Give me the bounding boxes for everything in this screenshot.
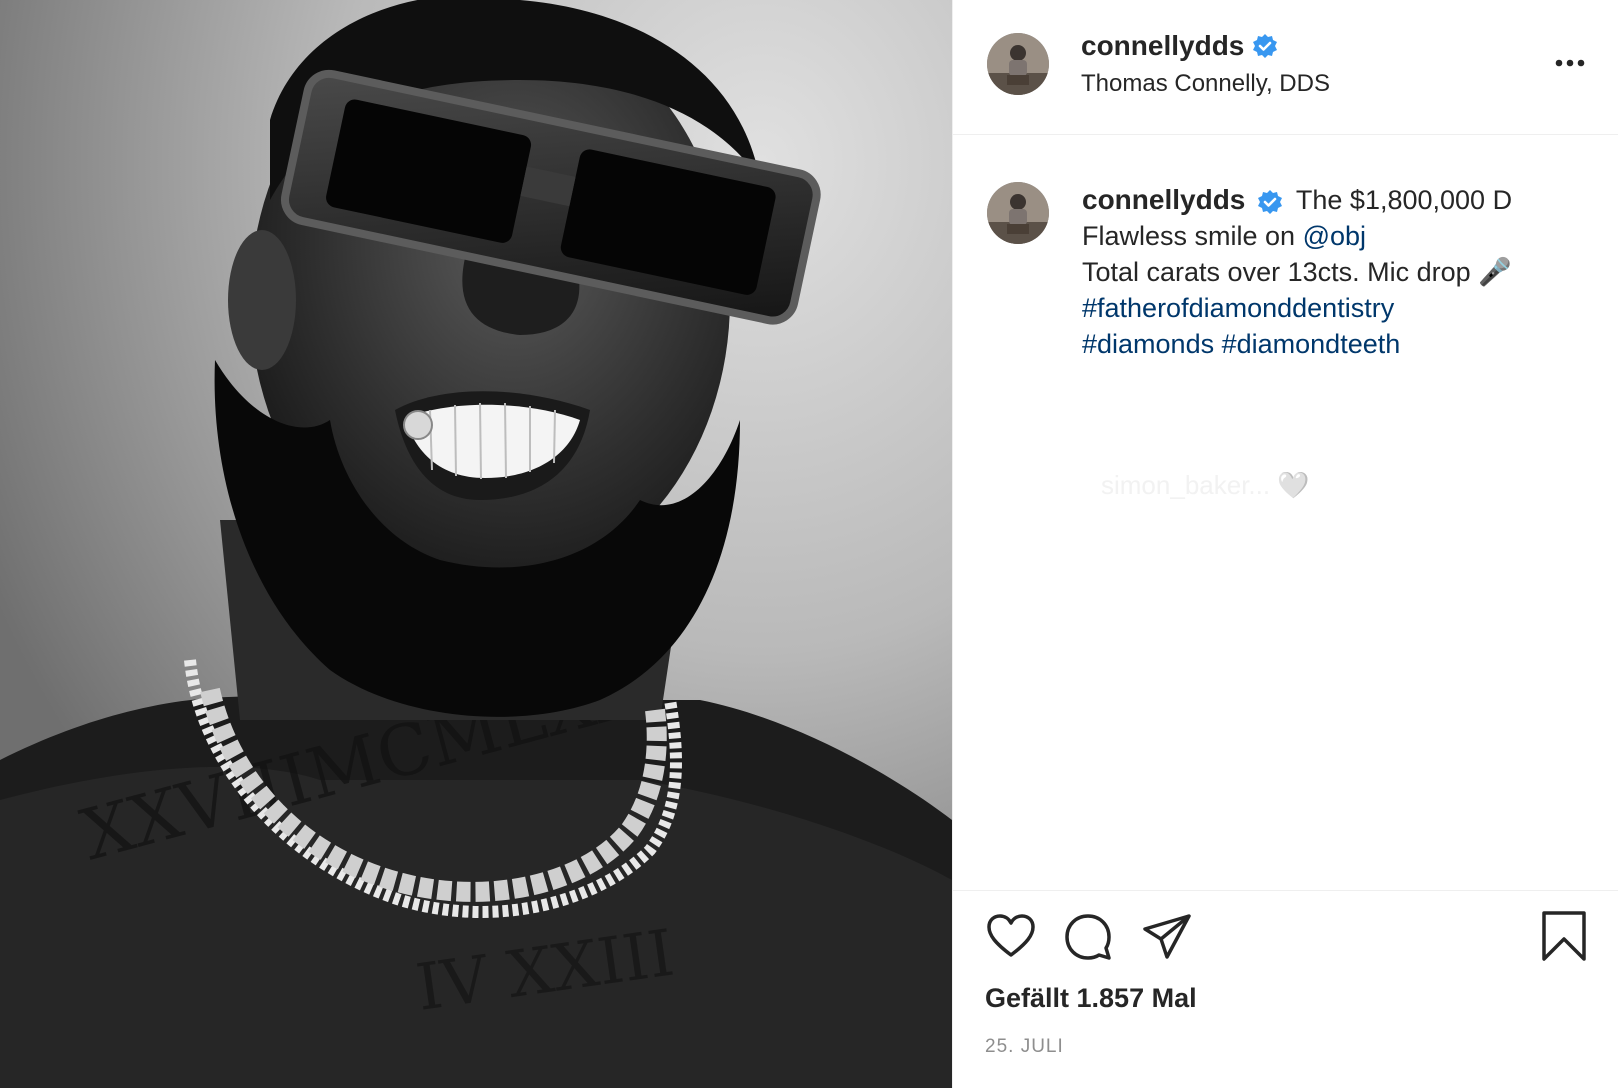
caption-text-line-2: Flawless smile on [1082, 221, 1303, 251]
caption-text-line-1: The $1,800,000 D [1295, 185, 1513, 215]
verified-badge-icon [1257, 189, 1282, 214]
instagram-post: XXVIIIMCMLXX IV XXIII connellydds Thomas… [0, 0, 1618, 1088]
likes-count[interactable]: Gefällt 1.857 Mal [985, 983, 1197, 1014]
share-button[interactable] [1139, 909, 1195, 965]
caption-text: connellydds The $1,800,000 D Flawless sm… [1082, 182, 1602, 362]
portrait-image: XXVIIIMCMLXX IV XXIII [0, 0, 952, 1088]
bookmark-icon [1542, 911, 1586, 961]
avatar[interactable] [987, 33, 1049, 95]
post-photo[interactable]: XXVIIIMCMLXX IV XXIII [0, 0, 952, 1088]
hashtag-link[interactable]: #diamonds [1082, 329, 1214, 359]
caption-line-5: #diamonds #diamondteeth [1082, 326, 1602, 362]
comment-button[interactable] [1061, 909, 1117, 965]
caption-avatar[interactable] [987, 182, 1049, 244]
post-date[interactable]: 25. JULI [985, 1036, 1064, 1058]
more-options-button[interactable] [1552, 48, 1588, 78]
save-button[interactable] [1536, 909, 1592, 965]
send-icon [1143, 914, 1191, 959]
microphone-icon: 🎤 [1478, 257, 1512, 287]
header-username[interactable]: connellydds [1081, 30, 1278, 62]
hashtag-link[interactable]: #fatherofdiamonddentistry [1082, 293, 1394, 323]
faded-comment: simon_baker... 🤍 [1101, 470, 1310, 500]
caption-line-2: Flawless smile on @obj [1082, 218, 1602, 254]
post-side-panel: connellydds Thomas Connelly, DDS connell… [952, 0, 1618, 1088]
like-button[interactable] [983, 909, 1039, 965]
post-header: connellydds Thomas Connelly, DDS [953, 0, 1618, 135]
post-actions: Gefällt 1.857 Mal 25. JULI [953, 890, 1618, 1088]
mention-link[interactable]: @obj [1303, 221, 1366, 251]
caption-line-1: connellydds The $1,800,000 D [1082, 182, 1602, 218]
more-horizontal-icon [1555, 59, 1585, 67]
heart-icon [987, 914, 1035, 957]
caption-line-3: Total carats over 13cts. Mic drop 🎤 [1082, 254, 1602, 290]
caption-text-line-3: Total carats over 13cts. Mic drop [1082, 257, 1471, 287]
username-text[interactable]: connellydds [1081, 30, 1244, 62]
caption-username[interactable]: connellydds [1082, 184, 1245, 215]
hashtag-link[interactable]: #diamondteeth [1222, 329, 1401, 359]
avatar-image [987, 33, 1049, 95]
verified-badge-icon [1253, 34, 1278, 58]
comment-icon [1065, 914, 1111, 960]
caption-line-4: #fatherofdiamonddentistry [1082, 290, 1602, 326]
header-subtitle: Thomas Connelly, DDS [1081, 70, 1330, 97]
avatar-image [987, 182, 1049, 244]
